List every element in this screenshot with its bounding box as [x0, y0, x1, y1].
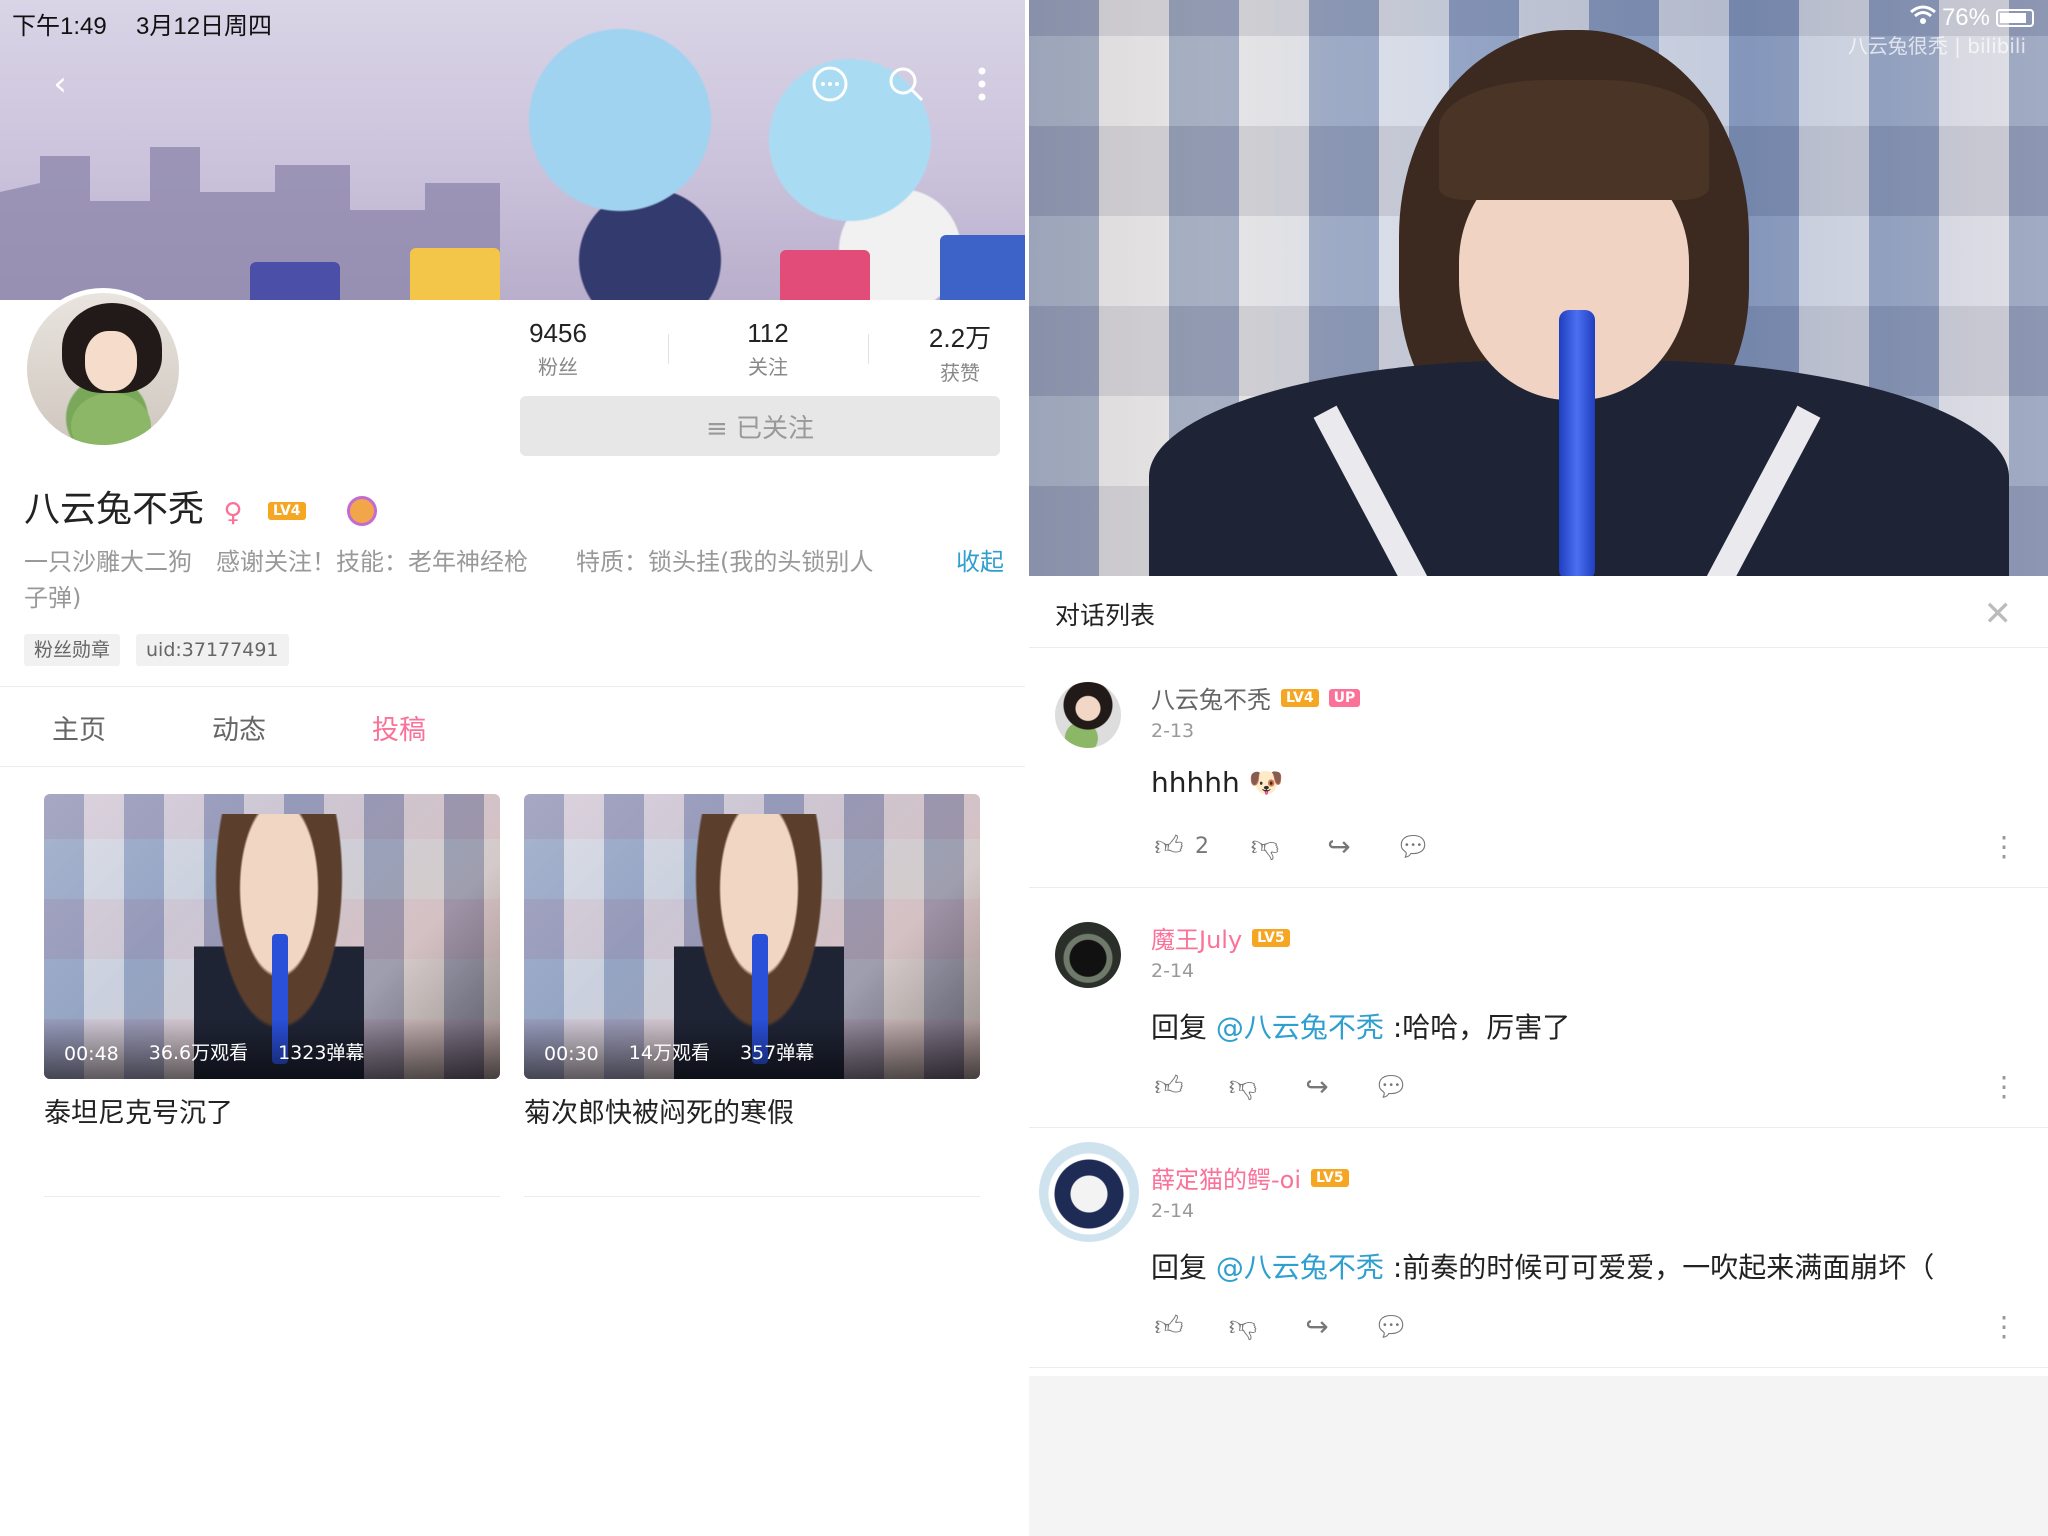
profile-pane: 下午1:49 3月12日周四 ‹ 9456 粉丝 112 关注 2.2万 获赞 …: [0, 0, 1025, 1536]
mention-link[interactable]: @八云兔不秃: [1216, 1251, 1384, 1284]
username: 八云兔不秃 ♀ LV4: [24, 480, 377, 532]
wifi-icon: [1909, 4, 1936, 32]
video-duration: 00:48: [64, 1043, 119, 1065]
avatar[interactable]: [22, 288, 184, 450]
tab-uploads[interactable]: 投稿: [372, 708, 426, 747]
status-indicators: 76%: [1909, 4, 2034, 32]
video-title[interactable]: 菊次郎快被闷死的寒假: [524, 1091, 980, 1130]
message-icon[interactable]: [808, 62, 852, 106]
more-vertical-icon[interactable]: ⋮: [1990, 1310, 2018, 1343]
close-icon[interactable]: ✕: [1984, 594, 2013, 634]
share-icon[interactable]: ↪: [1321, 828, 1357, 864]
share-icon[interactable]: ↪: [1299, 1308, 1335, 1344]
like-icon[interactable]: 👍︎: [1151, 1068, 1187, 1104]
bio: 一只沙雕大二狗 感谢关注！技能：老年神经枪 特质：锁头挂(我的头锁别人子弹) 收…: [24, 544, 1004, 616]
comment-avatar[interactable]: [1055, 682, 1121, 748]
video-player[interactable]: 76% 八云兔很秃 | bilibili: [1029, 0, 2048, 576]
video-duration: 00:30: [544, 1043, 599, 1065]
comment-item: 八云兔不秃 LV4 UP 2-13 hhhhh 🐶 👍︎ 2 👎︎ ↪ 💬︎ ⋮: [1029, 648, 2048, 888]
video-watermark: 八云兔很秃 | bilibili: [1847, 34, 2026, 58]
comment-author[interactable]: 薛定猫的鳄-oi: [1151, 1160, 1301, 1195]
doge-emoji-icon: 🐶: [1248, 766, 1284, 799]
uid-tag: uid:37177491: [136, 634, 289, 666]
status-date: 3月12日周四: [136, 13, 273, 40]
comment-date: 2-13: [1151, 720, 1195, 742]
comment-avatar[interactable]: [1039, 1142, 1139, 1242]
comment-item: 薛定猫的鳄-oi LV5 2-14 回复 @八云兔不秃 :前奏的时候可可爱爱，一…: [1029, 1128, 2048, 1368]
dislike-icon[interactable]: 👎︎: [1225, 1308, 1261, 1344]
comment-author[interactable]: 八云兔不秃: [1151, 680, 1271, 715]
status-time: 下午1:49: [12, 13, 107, 40]
profile-banner: [0, 0, 1025, 300]
comment-date: 2-14: [1151, 1200, 1195, 1222]
battery-icon: [1996, 9, 2034, 27]
bio-text: 一只沙雕大二狗 感谢关注！技能：老年神经枪 特质：锁头挂(我的头锁别人子弹): [24, 548, 874, 612]
like-count: 2: [1195, 833, 1209, 859]
video-title[interactable]: 泰坦尼克号沉了: [44, 1091, 500, 1130]
search-icon[interactable]: [884, 62, 928, 106]
video-views: 14万观看: [628, 1042, 710, 1064]
video-views: 36.6万观看: [148, 1042, 249, 1064]
comment-text: hhhhh 🐶: [1151, 766, 1284, 799]
reply-icon[interactable]: 💬︎: [1373, 1308, 1409, 1344]
battery-percent: 76%: [1941, 4, 1990, 31]
dialog-panel: 对话列表 ✕ 八云兔不秃 LV4 UP 2-13 hhhhh 🐶 👍︎ 2 👎︎…: [1029, 576, 2048, 1376]
video-thumbnail[interactable]: 00:48 36.6万观看 1323弹幕: [44, 794, 500, 1079]
stat-likes[interactable]: 2.2万 获赞: [910, 318, 1010, 386]
like-icon[interactable]: 👍︎: [1151, 1308, 1187, 1344]
medal-icon[interactable]: [347, 496, 377, 526]
tab-home[interactable]: 主页: [52, 708, 106, 747]
level-badge: LV4: [1281, 688, 1319, 707]
stat-fans[interactable]: 9456 粉丝: [508, 318, 608, 380]
video-danmaku: 1323弹幕: [278, 1042, 365, 1064]
fan-medal-tag[interactable]: 粉丝勋章: [24, 634, 121, 666]
video-card[interactable]: 00:30 14万观看 357弹幕 菊次郎快被闷死的寒假: [524, 794, 980, 1130]
video-card[interactable]: 00:48 36.6万观看 1323弹幕 泰坦尼克号沉了: [44, 794, 500, 1130]
video-pane: 76% 八云兔很秃 | bilibili 对话列表 ✕ 八云兔不秃 LV4 UP…: [1029, 0, 2048, 1536]
dialog-title: 对话列表: [1055, 601, 1156, 630]
more-vertical-icon[interactable]: ⋮: [1990, 830, 2018, 863]
more-vertical-icon[interactable]: [960, 62, 1004, 106]
comment-text: 回复 @八云兔不秃 :前奏的时候可可爱爱，一吹起来满面崩坏（: [1151, 1251, 1935, 1284]
tab-dynamic[interactable]: 动态: [212, 708, 266, 747]
up-badge: UP: [1328, 688, 1361, 707]
followed-button[interactable]: ≡ 已关注: [520, 396, 1000, 456]
more-vertical-icon[interactable]: ⋮: [1990, 1070, 2018, 1103]
username-text: 八云兔不秃: [24, 489, 205, 530]
dislike-icon[interactable]: 👎︎: [1247, 828, 1283, 864]
like-icon[interactable]: 👍︎: [1151, 828, 1187, 864]
level-badge: LV5: [1252, 928, 1290, 947]
reply-icon[interactable]: 💬︎: [1395, 828, 1431, 864]
collapse-link[interactable]: 收起: [956, 544, 1004, 580]
level-badge: LV5: [1311, 1168, 1349, 1187]
comment-avatar[interactable]: [1055, 922, 1121, 988]
video-danmaku: 357弹幕: [739, 1042, 815, 1064]
comment-date: 2-14: [1151, 960, 1195, 982]
dislike-icon[interactable]: 👎︎: [1225, 1068, 1261, 1104]
stat-following[interactable]: 112 关注: [718, 318, 818, 380]
level-badge: LV4: [267, 502, 306, 520]
female-icon: ♀: [223, 498, 243, 528]
comment-author[interactable]: 魔王July: [1151, 920, 1242, 955]
video-thumbnail[interactable]: 00:30 14万观看 357弹幕: [524, 794, 980, 1079]
mention-link[interactable]: @八云兔不秃: [1216, 1011, 1384, 1044]
back-icon[interactable]: ‹: [38, 62, 82, 106]
comment-item: 魔王July LV5 2-14 回复 @八云兔不秃 :哈哈，厉害了 👍︎ 👎︎ …: [1029, 888, 2048, 1128]
comment-text: 回复 @八云兔不秃 :哈哈，厉害了: [1151, 1011, 1571, 1044]
reply-icon[interactable]: 💬︎: [1373, 1068, 1409, 1104]
share-icon[interactable]: ↪: [1299, 1068, 1335, 1104]
